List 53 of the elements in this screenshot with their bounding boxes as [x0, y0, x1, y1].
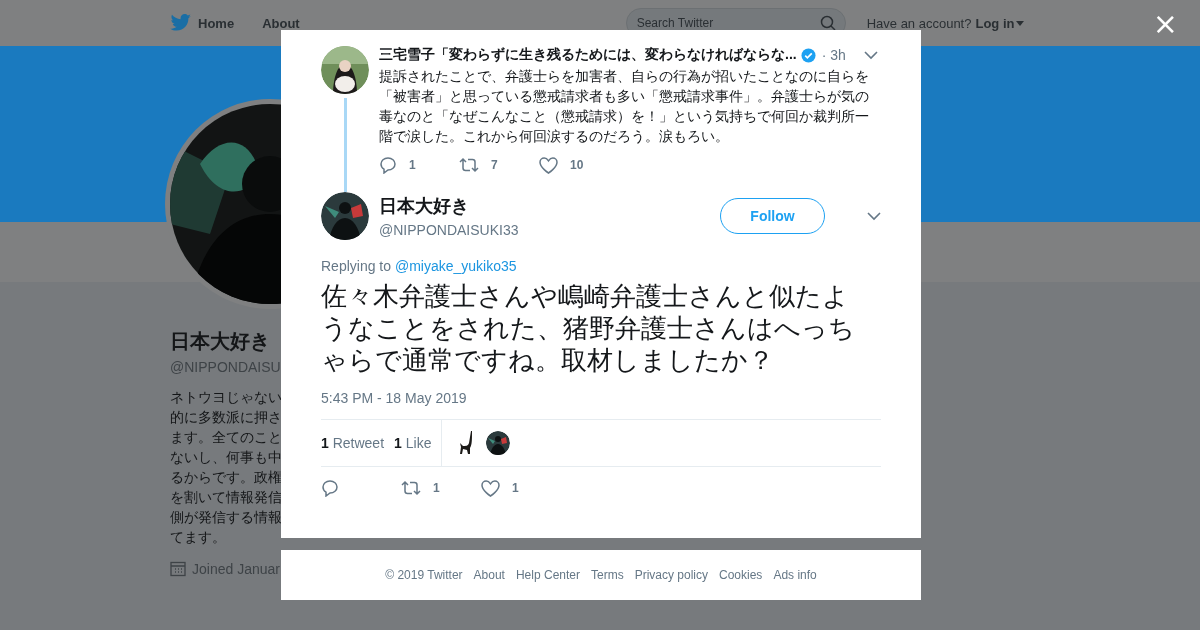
account-prompt: Have an account?: [866, 15, 972, 31]
tweet-time[interactable]: · 3h: [821, 47, 846, 63]
nav-link[interactable]: About: [262, 15, 300, 31]
action-count: 1: [409, 158, 416, 172]
bio-line: ネトウヨじゃない: [170, 388, 282, 407]
bird-icon: [170, 14, 192, 32]
heart-icon[interactable]: [481, 479, 500, 497]
search-icon[interactable]: [819, 15, 836, 31]
retweet-icon[interactable]: [459, 157, 479, 173]
chevron-icon[interactable]: [867, 211, 881, 221]
tweet-text: 提訴されたことで、弁護士らを加害者、自らの行為が招いたことなのに自らを「被害者」と思っている懲戒請求者も多い「懲戒請求事件」。弁護士らが気の毒なのと「なぜこんなこと（懲戒請求）を！」という気持ちで何回か裁判所一階で涙した。これから何回涙するのだろう。涙もろい。: [379, 67, 870, 146]
author-name[interactable]: 日本大好き: [379, 194, 710, 218]
login-link[interactable]: Log in: [975, 15, 1025, 31]
action-count: 1: [512, 481, 519, 495]
footer-link[interactable]: Terms: [591, 568, 624, 582]
footer-link[interactable]: Cookies: [719, 568, 763, 582]
footer-link[interactable]: Privacy policy: [634, 568, 708, 582]
reply-icon[interactable]: [379, 156, 397, 174]
stat-link[interactable]: 1 Retweet: [321, 435, 385, 451]
follow-button[interactable]: Follow: [720, 198, 825, 234]
bio-line: 側が発信する情報: [170, 508, 282, 527]
replying-to: Replying to @miyake_yukiko35: [321, 258, 518, 274]
bio-line: ます。全てのこと: [170, 428, 282, 447]
calendar-icon: [170, 561, 186, 577]
close-button[interactable]: ×: [1152, 8, 1178, 40]
bio-line: るからです。政権: [170, 468, 282, 487]
heart-icon[interactable]: [539, 156, 558, 174]
footer-link[interactable]: Help Center: [515, 568, 580, 582]
caret-icon[interactable]: [1016, 20, 1025, 26]
nav-link[interactable]: Home: [170, 14, 235, 32]
author-handle[interactable]: @NIPPONDAISUKI33: [379, 222, 710, 238]
action-count: 7: [491, 158, 498, 172]
cat-icon[interactable]: [458, 431, 475, 455]
action-count: 1: [433, 481, 440, 495]
bio-line: 的に多数派に押さ: [170, 408, 282, 427]
bio-line: てます。: [170, 528, 226, 547]
footer-link[interactable]: Ads info: [773, 568, 817, 582]
mention-link[interactable]: @miyake_yukiko35: [394, 258, 517, 274]
footer-link[interactable]: © 2019 Twitter: [385, 568, 463, 582]
footer-link[interactable]: About: [473, 568, 505, 582]
chevron-icon[interactable]: [863, 50, 878, 60]
joined-date: Joined Januar: [192, 561, 280, 577]
bio-line: を割いて情報発信: [170, 488, 282, 507]
profile-name: 日本大好き: [170, 329, 270, 354]
stat-link[interactable]: 1 Like: [394, 435, 432, 451]
tweet-text: 佐々木弁護士さんや嶋崎弁護士さんと似たようなことをされた、猪野弁護士さんはへっちゃらで通常ですね。取材しましたか？: [321, 280, 856, 376]
profile-handle: @NIPPONDAISU: [170, 359, 281, 375]
bio-line: ないし、何事も中: [170, 448, 282, 467]
tweet-timestamp: 5:43 PM - 18 May 2019: [321, 390, 468, 406]
author-name[interactable]: 三宅雪子「変わらずに生き残るためには、変わらなければならな...: [379, 46, 797, 64]
action-count: 10: [570, 158, 584, 172]
retweet-icon[interactable]: [401, 480, 421, 496]
reply-icon[interactable]: [321, 479, 339, 497]
